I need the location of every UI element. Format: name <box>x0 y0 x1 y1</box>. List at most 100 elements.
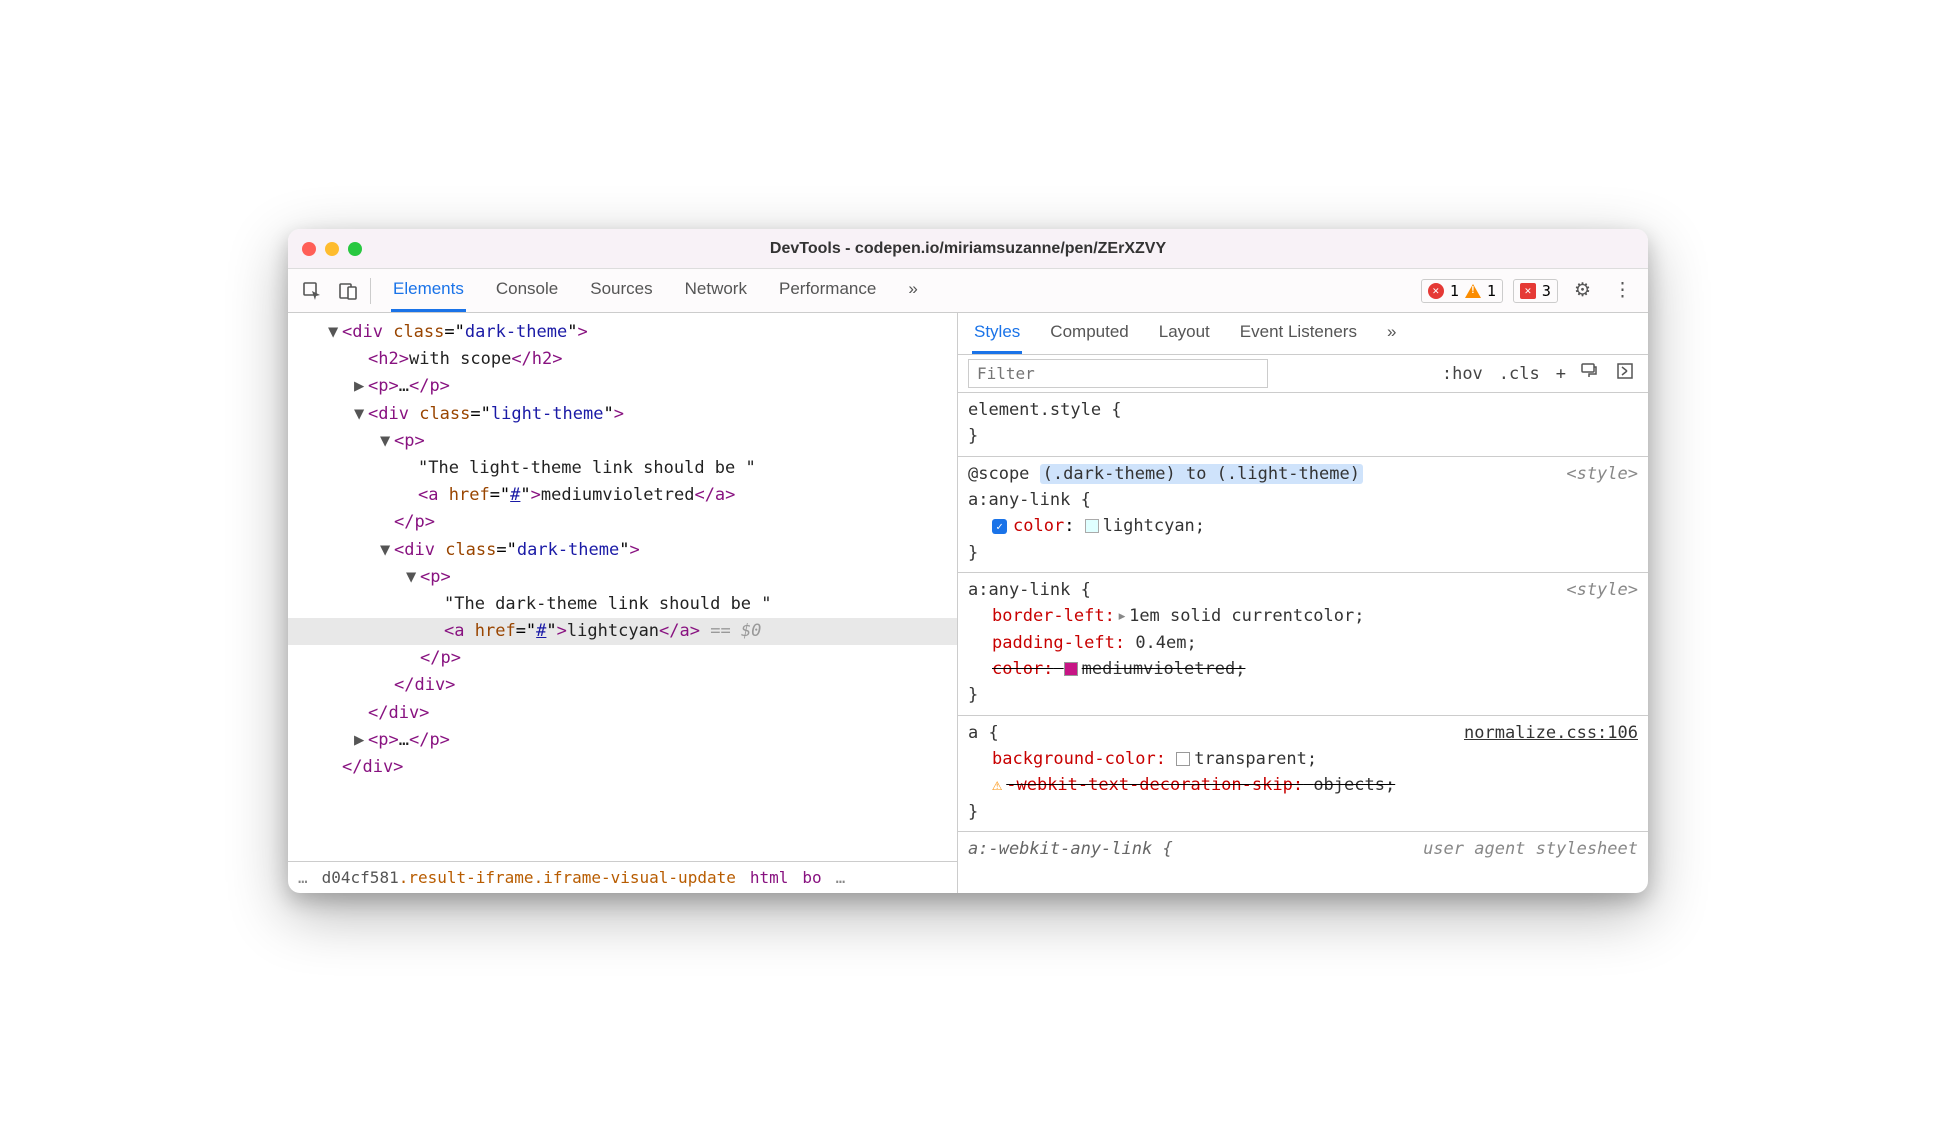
subtab-styles[interactable]: Styles <box>972 313 1022 354</box>
dom-node[interactable]: </div> <box>288 672 957 699</box>
dom-text[interactable]: "The dark-theme link should be " <box>288 591 957 618</box>
expand-icon[interactable]: ▶ <box>354 373 368 400</box>
issues-icon: ✕ <box>1520 283 1536 299</box>
rule-source[interactable]: <style> <box>1566 577 1638 603</box>
dom-node[interactable]: <a href="#">mediumvioletred</a> <box>288 482 957 509</box>
tab-elements[interactable]: Elements <box>391 269 466 312</box>
subtab-computed[interactable]: Computed <box>1048 313 1130 354</box>
breadcrumb-item[interactable]: bo <box>802 868 821 887</box>
rule-source[interactable]: <style> <box>1566 461 1638 487</box>
rule-close: } <box>968 682 1638 708</box>
paint-icon[interactable] <box>1576 362 1602 385</box>
minimize-window-button[interactable] <box>325 242 339 256</box>
styles-subtabs: Styles Computed Layout Event Listeners » <box>958 313 1648 355</box>
style-rule-element[interactable]: element.style { } <box>958 393 1648 457</box>
error-count: 1 <box>1450 282 1459 300</box>
expand-icon[interactable]: ▼ <box>380 428 394 455</box>
breadcrumb-item[interactable]: html <box>750 868 789 887</box>
main-panes: ▼<div class="dark-theme"> <h2>with scope… <box>288 313 1648 893</box>
dom-text[interactable]: "The light-theme link should be " <box>288 455 957 482</box>
color-swatch[interactable] <box>1064 662 1078 676</box>
expand-icon[interactable]: ▼ <box>328 319 342 346</box>
rule-scope-line: @scope (.dark-theme) to (.light-theme) <box>968 461 1638 487</box>
divider <box>370 278 371 304</box>
color-swatch[interactable] <box>1085 519 1099 533</box>
style-rule-scope[interactable]: <style> @scope (.dark-theme) to (.light-… <box>958 457 1648 573</box>
styles-filter-input[interactable] <box>968 359 1268 388</box>
traffic-lights <box>302 242 362 256</box>
tab-console[interactable]: Console <box>494 269 560 312</box>
tab-sources[interactable]: Sources <box>588 269 654 312</box>
css-declaration[interactable]: ✓color: lightcyan; <box>968 513 1638 539</box>
warning-icon <box>1465 284 1481 298</box>
elements-pane: ▼<div class="dark-theme"> <h2>with scope… <box>288 313 958 893</box>
dom-node[interactable]: ▶<p>…</p> <box>288 727 957 754</box>
breadcrumb-item[interactable]: d04cf581.result-iframe.iframe-visual-upd… <box>322 868 736 887</box>
dom-node[interactable]: ▼<div class="dark-theme"> <box>288 319 957 346</box>
rule-selector: a:any-link { <box>968 487 1638 513</box>
rule-source-link[interactable]: normalize.css:106 <box>1464 720 1638 746</box>
dom-node[interactable]: </p> <box>288 509 957 536</box>
main-tabs: Elements Console Sources Network Perform… <box>391 269 920 312</box>
dom-node[interactable]: ▼<div class="light-theme"> <box>288 401 957 428</box>
maximize-window-button[interactable] <box>348 242 362 256</box>
rule-close: } <box>968 799 1638 825</box>
issues-count: 3 <box>1542 282 1551 300</box>
css-declaration[interactable]: padding-left: 0.4em; <box>968 630 1638 656</box>
window-title: DevTools - codepen.io/miriamsuzanne/pen/… <box>770 240 1166 258</box>
style-rule-ua[interactable]: user agent stylesheet a:-webkit-any-link… <box>958 832 1648 868</box>
console-status-badge[interactable]: ✕1 1 <box>1421 279 1503 303</box>
subtabs-overflow[interactable]: » <box>1385 313 1398 354</box>
color-swatch[interactable] <box>1176 752 1190 766</box>
rule-selector: element.style { <box>968 397 1638 423</box>
rule-source-ua: user agent stylesheet <box>1423 836 1638 862</box>
inspect-element-icon[interactable] <box>298 277 326 305</box>
tabs-overflow[interactable]: » <box>906 269 919 312</box>
css-declaration-overridden[interactable]: color: mediumvioletred; <box>968 656 1638 682</box>
dom-node[interactable]: ▼<div class="dark-theme"> <box>288 537 957 564</box>
css-declaration[interactable]: border-left:▸1em solid currentcolor; <box>968 603 1638 629</box>
dom-node[interactable]: </div> <box>288 754 957 781</box>
expand-icon[interactable]: ▶ <box>354 727 368 754</box>
dom-node[interactable]: ▼<p> <box>288 564 957 591</box>
warning-icon: ⚠ <box>992 775 1002 795</box>
hov-toggle[interactable]: :hov <box>1442 364 1483 384</box>
settings-icon[interactable]: ⚙ <box>1568 279 1597 302</box>
expand-icon[interactable]: ▼ <box>380 537 394 564</box>
dom-node[interactable]: </p> <box>288 645 957 672</box>
close-window-button[interactable] <box>302 242 316 256</box>
css-declaration-invalid[interactable]: ⚠-webkit-text-decoration-skip: objects; <box>968 772 1638 798</box>
computed-toggle-icon[interactable] <box>1612 362 1638 385</box>
styles-pane: Styles Computed Layout Event Listeners »… <box>958 313 1648 893</box>
dom-node[interactable]: </div> <box>288 700 957 727</box>
rule-selector: a:any-link { <box>968 577 1638 603</box>
devtools-window: DevTools - codepen.io/miriamsuzanne/pen/… <box>288 229 1648 893</box>
more-menu-icon[interactable]: ⋮ <box>1607 279 1638 302</box>
dom-node-selected[interactable]: <a href="#">lightcyan</a> == $0 <box>288 618 957 645</box>
styles-rules: element.style { } <style> @scope (.dark-… <box>958 393 1648 893</box>
breadcrumb-overflow-left[interactable]: … <box>298 868 308 887</box>
breadcrumb[interactable]: … d04cf581.result-iframe.iframe-visual-u… <box>288 861 957 893</box>
style-rule[interactable]: normalize.css:106 a { background-color: … <box>958 716 1648 832</box>
dom-node[interactable]: <h2>with scope</h2> <box>288 346 957 373</box>
expand-icon[interactable]: ▼ <box>354 401 368 428</box>
dom-tree[interactable]: ▼<div class="dark-theme"> <h2>with scope… <box>288 313 957 861</box>
dom-node[interactable]: ▶<p>…</p> <box>288 373 957 400</box>
expand-icon[interactable]: ▼ <box>406 564 420 591</box>
style-rule[interactable]: <style> a:any-link { border-left:▸1em so… <box>958 573 1648 716</box>
issues-badge[interactable]: ✕3 <box>1513 279 1558 303</box>
declaration-checkbox[interactable]: ✓ <box>992 519 1007 534</box>
css-declaration[interactable]: background-color: transparent; <box>968 746 1638 772</box>
subtab-layout[interactable]: Layout <box>1157 313 1212 354</box>
cls-toggle[interactable]: .cls <box>1499 364 1540 384</box>
rule-close: } <box>968 423 1638 449</box>
device-toggle-icon[interactable] <box>334 277 362 305</box>
rule-close: } <box>968 540 1638 566</box>
tab-network[interactable]: Network <box>683 269 749 312</box>
breadcrumb-overflow-right[interactable]: … <box>836 868 846 887</box>
subtab-event-listeners[interactable]: Event Listeners <box>1238 313 1359 354</box>
expand-shorthand-icon[interactable]: ▸ <box>1117 606 1127 626</box>
dom-node[interactable]: ▼<p> <box>288 428 957 455</box>
new-rule-button[interactable]: + <box>1556 364 1566 384</box>
tab-performance[interactable]: Performance <box>777 269 878 312</box>
